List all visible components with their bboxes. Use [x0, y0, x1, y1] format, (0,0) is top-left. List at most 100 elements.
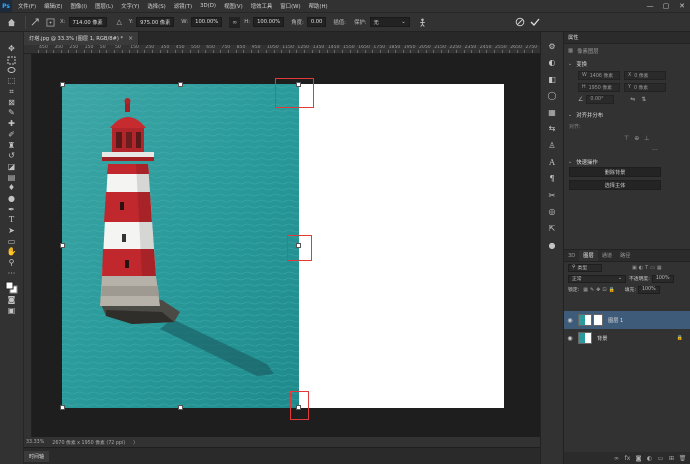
transform-handle-bottom-left[interactable] — [60, 405, 65, 410]
delete-layer-icon[interactable]: 🗑 — [678, 454, 687, 463]
adjustments-panel-icon[interactable]: ◯ — [546, 90, 558, 102]
healing-tool-icon[interactable]: ✚ — [5, 119, 19, 130]
swatches-panel-icon[interactable]: ◧ — [546, 73, 558, 85]
link-icon[interactable]: ∞ — [229, 16, 241, 28]
tab-channels[interactable]: 通道 — [598, 250, 616, 261]
tab-3d[interactable]: 3D — [564, 250, 579, 261]
menu-help[interactable]: 帮助(H) — [309, 2, 328, 10]
character-panel-icon[interactable]: A — [546, 156, 558, 168]
transform-handle-top-left[interactable] — [60, 82, 65, 87]
h-field[interactable]: 100.00% — [253, 17, 285, 27]
height-field[interactable]: H 1950 像素 — [578, 82, 620, 92]
delta-icon[interactable]: △ — [114, 17, 125, 28]
visibility-eye-icon[interactable]: ◉ — [564, 317, 576, 324]
plugin-icon[interactable]: ● — [546, 239, 558, 251]
layer-row-layer1[interactable]: ◉ 图层 1 — [564, 311, 690, 329]
flip-vertical-icon[interactable]: ⇅ — [641, 96, 646, 103]
hand-tool-icon[interactable]: ✋ — [5, 247, 19, 258]
align-bottom-icon[interactable]: ⊥ — [644, 135, 649, 142]
frame-tool-icon[interactable]: ⊠ — [5, 97, 19, 108]
menu-type[interactable]: 文字(Y) — [121, 2, 139, 10]
rectangle-tool-icon[interactable]: ▭ — [5, 236, 19, 247]
cancel-icon[interactable] — [514, 17, 525, 28]
puppet-icon[interactable] — [417, 17, 428, 28]
link-layers-icon[interactable]: ∞ — [612, 454, 621, 463]
eyedropper-tool-icon[interactable]: ✎ — [5, 108, 19, 119]
menu-image[interactable]: 图像(I) — [71, 2, 88, 10]
pen-tool-icon[interactable]: ✒ — [5, 204, 19, 215]
transform-tool-icon[interactable] — [30, 17, 41, 28]
add-mask-icon[interactable]: ◙ — [634, 454, 643, 463]
status-arrow-icon[interactable]: 〉 — [133, 439, 138, 446]
flip-horizontal-icon[interactable]: ⇋ — [630, 96, 635, 103]
crop-tool-icon[interactable]: ⌗ — [5, 87, 19, 98]
menu-layer[interactable]: 图层(L) — [95, 2, 113, 10]
lighthouse-photo-layer[interactable] — [62, 84, 299, 408]
quick-actions-section[interactable]: ⌄ 快速操作 — [564, 156, 690, 167]
blur-tool-icon[interactable]: ♦ — [5, 183, 19, 194]
quick-mask-icon[interactable]: ◙ — [5, 295, 19, 306]
close-tab-icon[interactable]: × — [128, 35, 133, 42]
select-subject-button[interactable]: 选择主体 — [569, 180, 661, 190]
adjustment-layer-icon[interactable]: ◐ — [645, 454, 654, 463]
stamp-panel-icon[interactable]: ♙ — [546, 140, 558, 152]
tool-presets-icon[interactable]: ✂ — [546, 189, 558, 201]
brush-tool-icon[interactable]: ✐ — [5, 130, 19, 141]
x-position-field[interactable]: X0 像素 — [624, 70, 666, 80]
opacity-field[interactable]: 100% — [651, 274, 674, 283]
layer-style-icon[interactable]: fx — [623, 454, 632, 463]
maximize-button[interactable]: ▢ — [658, 0, 674, 12]
clone-stamp-tool-icon[interactable]: ♜ — [5, 140, 19, 151]
y-position-field[interactable]: Y0 像素 — [624, 82, 666, 92]
align-middle-icon[interactable]: ⊕ — [634, 135, 639, 142]
width-field[interactable]: W 1406 像素 — [578, 70, 620, 80]
lock-icons[interactable]: ▦✎✥⊡🔒 — [583, 287, 617, 293]
menu-file[interactable]: 文件(F) — [18, 2, 36, 10]
transform-handle-top-center[interactable] — [178, 82, 183, 87]
w-field[interactable]: 100.00% — [191, 17, 223, 27]
history-brush-tool-icon[interactable]: ↺ — [5, 151, 19, 162]
export-icon[interactable]: ⇱ — [546, 223, 558, 235]
tab-paths[interactable]: 路径 — [616, 250, 634, 261]
angle-field[interactable]: 0.00° — [586, 94, 615, 104]
marquee-tool-icon[interactable] — [5, 55, 19, 66]
menu-plugins[interactable]: 增效工具 — [251, 2, 273, 10]
warp-select[interactable]: 无 ⌄ — [369, 17, 410, 27]
timeline-tab[interactable]: 时间轴 — [24, 450, 50, 462]
menu-window[interactable]: 窗口(W) — [280, 2, 300, 10]
home-icon[interactable] — [6, 17, 17, 28]
transform-handle-middle-left[interactable] — [60, 243, 65, 248]
zoom-level[interactable]: 33.33% — [26, 440, 44, 445]
fill-field[interactable]: 100% — [637, 285, 660, 294]
menu-select[interactable]: 选择(S) — [147, 2, 165, 10]
navigator-icon[interactable]: ◎ — [546, 206, 558, 218]
new-layer-icon[interactable]: ⊞ — [667, 454, 676, 463]
zoom-tool-icon[interactable]: ⚲ — [5, 258, 19, 269]
more-options-icon[interactable]: ··· — [652, 147, 658, 154]
visibility-eye-icon[interactable]: ◉ — [564, 335, 576, 342]
new-group-icon[interactable]: ▭ — [656, 454, 665, 463]
tab-layers[interactable]: 图层 — [579, 250, 598, 261]
close-window-button[interactable]: ✕ — [674, 0, 690, 12]
object-select-tool-icon[interactable]: ⬚ — [5, 76, 19, 87]
align-top-icon[interactable]: ⊤ — [624, 135, 629, 142]
x-field[interactable]: 714.00 像素 — [68, 17, 107, 27]
screen-mode-icon[interactable]: ▣ — [5, 306, 19, 317]
sliders-panel-icon[interactable]: ⇆ — [546, 123, 558, 135]
gradient-tool-icon[interactable]: ▤ — [5, 172, 19, 183]
properties-panel-icon[interactable]: ⚙ — [546, 40, 558, 52]
layer-row-background[interactable]: ◉ 背景 🔒 — [564, 329, 690, 347]
angle-field[interactable]: 0.00 — [306, 17, 327, 27]
dodge-tool-icon[interactable]: ● — [5, 194, 19, 205]
move-tool-icon[interactable]: ✥ — [5, 44, 19, 55]
transform-section[interactable]: ⌄ 变换 — [564, 58, 690, 69]
transform-handle-bottom-center[interactable] — [178, 405, 183, 410]
menu-filter[interactable]: 滤镜(T) — [174, 2, 192, 10]
reference-point-icon[interactable] — [45, 17, 56, 28]
more-tools-icon[interactable]: ··· — [5, 268, 19, 279]
minimize-button[interactable]: — — [642, 0, 658, 12]
filter-icons[interactable]: ▣◐T▭▦ — [632, 265, 664, 271]
default-colors-icon[interactable] — [5, 279, 19, 295]
path-select-tool-icon[interactable]: ➤ — [5, 226, 19, 237]
y-field[interactable]: 975.00 像素 — [136, 17, 175, 27]
